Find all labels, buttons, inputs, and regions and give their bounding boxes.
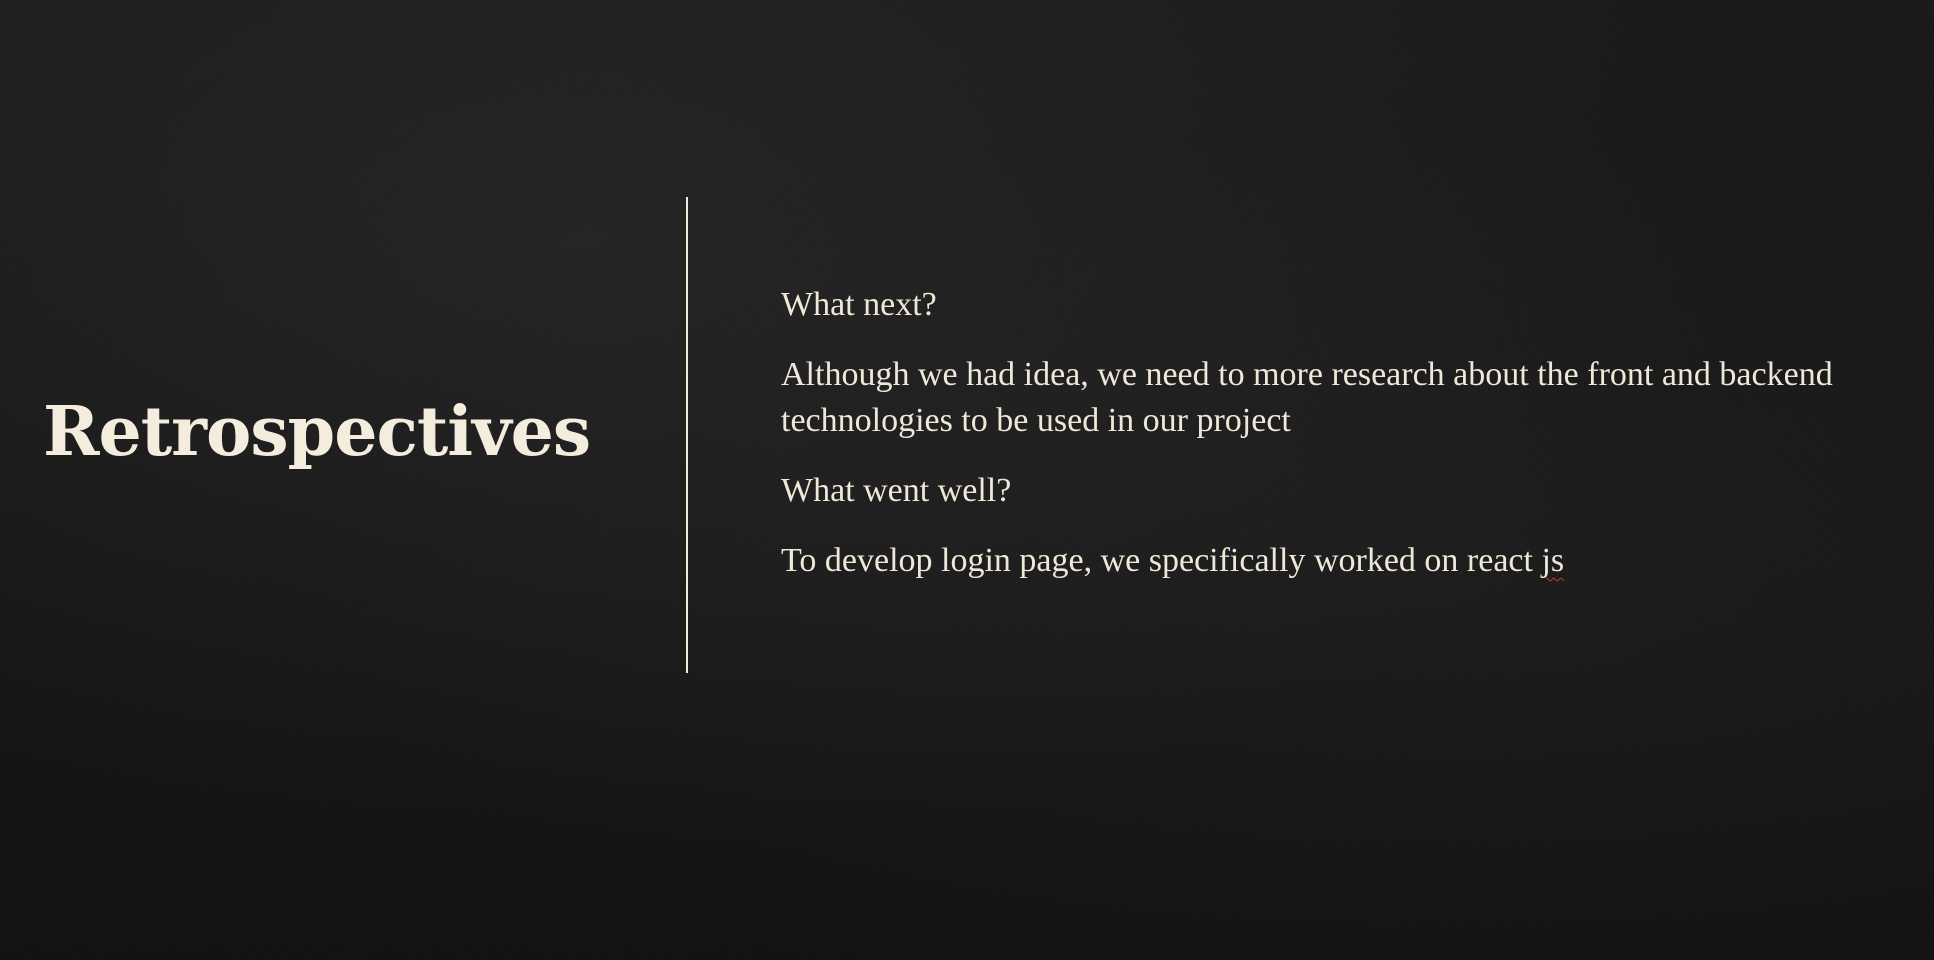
slide: Retrospectives What next? Although we ha… xyxy=(0,0,1934,960)
paragraph-what-went-well: What went well? xyxy=(781,472,1012,509)
paragraph-what-next: What next? xyxy=(781,286,937,323)
paragraph-login-page: To develop login page, we specifically w… xyxy=(781,538,1841,584)
paragraph-login-page-text: To develop login page, we specifically w… xyxy=(781,542,1542,579)
spellcheck-flagged-word[interactable]: js xyxy=(1541,542,1564,579)
content-text-box[interactable]: What next? Although we had idea, we need… xyxy=(781,282,1841,608)
vertical-divider xyxy=(686,197,688,673)
slide-title[interactable]: Retrospectives xyxy=(43,392,591,472)
paragraph-research: Although we had idea, we need to more re… xyxy=(781,356,1833,439)
